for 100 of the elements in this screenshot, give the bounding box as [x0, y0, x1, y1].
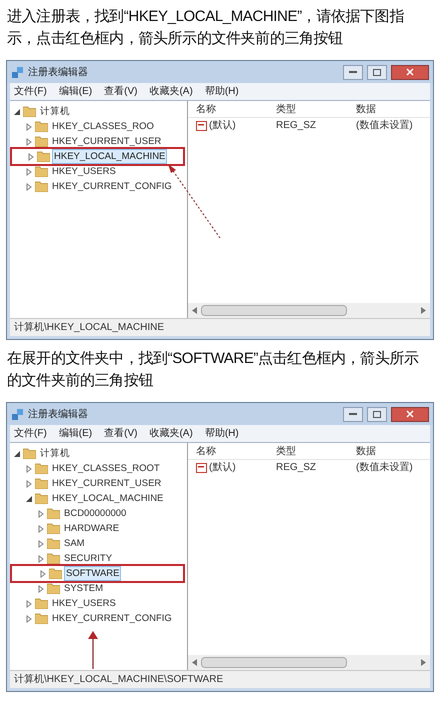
tree-item[interactable]: HKEY_USERS: [50, 596, 118, 611]
folder-icon: [47, 508, 60, 519]
folder-icon: [35, 478, 48, 489]
close-icon: [406, 410, 414, 418]
folder-icon: [35, 598, 48, 609]
instruction-text: 在展开的文件夹中，找到“SOFTWARE”点击红色框内，箭头所示的文件夹前的三角按钮: [6, 349, 420, 391]
column-header[interactable]: 类型: [268, 102, 348, 116]
folder-icon: [47, 583, 60, 594]
tree-item[interactable]: SOFTWARE: [64, 566, 122, 581]
menu-item[interactable]: 查看(V): [104, 84, 138, 99]
horizontal-scrollbar[interactable]: [188, 655, 430, 670]
column-header[interactable]: 名称: [188, 102, 268, 116]
scroll-right-icon: [421, 659, 426, 666]
scroll-left-icon: [192, 307, 197, 314]
tree-item[interactable]: 计算机: [38, 104, 72, 119]
minimize-button[interactable]: [343, 406, 363, 422]
menu-item[interactable]: 编辑(E): [58, 426, 92, 441]
column-header[interactable]: 数据: [348, 444, 384, 458]
expand-triangle-icon[interactable]: [25, 614, 33, 622]
menu-item[interactable]: 文件(F): [14, 84, 47, 99]
menu-item[interactable]: 查看(V): [104, 426, 138, 441]
value-data: (数值未设置): [355, 118, 414, 133]
collapse-triangle-icon[interactable]: [13, 108, 21, 116]
expand-triangle-icon[interactable]: [25, 600, 33, 608]
folder-icon: [35, 121, 48, 132]
folder-icon: [47, 553, 60, 564]
collapse-triangle-icon[interactable]: [25, 494, 33, 502]
tree-item[interactable]: SAM: [62, 536, 87, 551]
tree-item[interactable]: HARDWARE: [62, 521, 122, 536]
expand-triangle-icon[interactable]: [39, 570, 47, 578]
scroll-thumb[interactable]: [201, 305, 347, 316]
status-bar-path: 计算机\HKEY_LOCAL_MACHINE: [14, 320, 164, 335]
status-bar-path: 计算机\HKEY_LOCAL_MACHINE\SOFTWARE: [14, 672, 224, 687]
menu-item[interactable]: 帮助(H): [204, 84, 239, 99]
collapse-triangle-icon[interactable]: [13, 450, 21, 458]
value-type: REG_SZ: [275, 461, 318, 475]
expand-triangle-icon[interactable]: [37, 510, 45, 518]
value-name: (默认): [209, 119, 236, 133]
menu-item[interactable]: 编辑(E): [58, 84, 92, 99]
tree-item[interactable]: HKEY_LOCAL_MACHINE: [52, 149, 168, 164]
minimize-button[interactable]: [343, 64, 363, 80]
column-header[interactable]: 类型: [268, 444, 348, 458]
horizontal-scrollbar[interactable]: [188, 303, 430, 318]
tree-item[interactable]: 计算机: [38, 446, 72, 461]
menu-item[interactable]: 文件(F): [14, 426, 47, 441]
tree-item[interactable]: HKEY_CLASSES_ROOT: [50, 461, 162, 476]
string-value-icon: [196, 120, 207, 130]
expand-triangle-icon[interactable]: [37, 584, 45, 592]
folder-icon: [23, 448, 36, 459]
expand-triangle-icon[interactable]: [25, 480, 33, 488]
folder-icon: [23, 106, 36, 117]
tree-item[interactable]: HKEY_CURRENT_USER: [50, 134, 164, 149]
maximize-button[interactable]: [367, 64, 387, 80]
folder-icon: [35, 463, 48, 474]
menu-item[interactable]: 收藏夹(A): [149, 426, 193, 441]
pointer-arrow: [88, 631, 98, 671]
menu-item[interactable]: 收藏夹(A): [149, 84, 193, 99]
close-button[interactable]: [391, 64, 429, 80]
tree-item[interactable]: HKEY_CLASSES_ROO: [50, 119, 156, 134]
value-data: (数值未设置): [355, 460, 414, 475]
scroll-thumb[interactable]: [201, 657, 347, 668]
folder-icon: [35, 166, 48, 177]
folder-icon: [47, 523, 60, 534]
value-type: REG_SZ: [275, 119, 318, 133]
tree-item[interactable]: BCD00000000: [62, 506, 128, 521]
string-value-icon: [196, 462, 207, 472]
expand-triangle-icon[interactable]: [25, 464, 33, 472]
menu-item[interactable]: 帮助(H): [204, 426, 239, 441]
scroll-left-icon: [192, 659, 197, 666]
minimize-icon: [349, 413, 357, 415]
close-icon: [406, 68, 414, 76]
maximize-icon: [373, 68, 381, 76]
column-header[interactable]: 数据: [348, 102, 384, 116]
value-name: (默认): [209, 461, 236, 475]
tree-item[interactable]: HKEY_CURRENT_CONFIG: [50, 611, 174, 626]
tree-item[interactable]: HKEY_CURRENT_USER: [50, 476, 164, 491]
expand-triangle-icon[interactable]: [25, 168, 33, 176]
column-header[interactable]: 名称: [188, 444, 268, 458]
maximize-button[interactable]: [367, 406, 387, 422]
tree-item[interactable]: HKEY_CURRENT_CONFIG: [50, 179, 174, 194]
folder-icon: [35, 613, 48, 624]
folder-icon: [49, 568, 62, 579]
folder-icon: [35, 181, 48, 192]
registry-cubes-icon: [11, 66, 24, 78]
expand-triangle-icon[interactable]: [37, 540, 45, 548]
folder-icon: [47, 538, 60, 549]
expand-triangle-icon[interactable]: [25, 122, 33, 130]
minimize-icon: [349, 71, 357, 73]
maximize-icon: [373, 410, 381, 418]
close-button[interactable]: [391, 406, 429, 422]
tree-item[interactable]: SYSTEM: [62, 581, 106, 596]
tree-item[interactable]: SECURITY: [62, 551, 114, 566]
tree-item[interactable]: HKEY_LOCAL_MACHINE: [50, 491, 166, 506]
tree-item[interactable]: HKEY_USERS: [50, 164, 118, 179]
expand-triangle-icon[interactable]: [25, 138, 33, 146]
window-title: 注册表编辑器: [28, 408, 88, 422]
expand-triangle-icon[interactable]: [37, 524, 45, 532]
expand-triangle-icon[interactable]: [25, 182, 33, 190]
expand-triangle-icon[interactable]: [37, 554, 45, 562]
expand-triangle-icon[interactable]: [27, 152, 35, 160]
